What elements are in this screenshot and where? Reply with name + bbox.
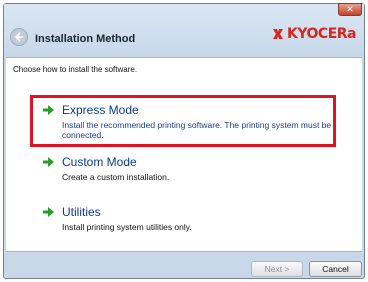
kyocera-logo: KYOCERa xyxy=(271,25,356,43)
cancel-button[interactable]: Cancel xyxy=(309,261,362,277)
express-mode-description: Install the recommended printing softwar… xyxy=(62,120,332,140)
green-arrow-icon xyxy=(43,157,54,167)
green-arrow-icon xyxy=(43,105,54,115)
next-button[interactable]: Next > xyxy=(251,261,303,277)
express-mode-title[interactable]: Express Mode xyxy=(62,103,139,117)
back-arrow-icon xyxy=(14,32,23,42)
green-arrow-icon xyxy=(43,207,54,217)
utilities-title[interactable]: Utilities xyxy=(62,205,101,219)
custom-mode-title[interactable]: Custom Mode xyxy=(62,155,137,169)
utilities-description: Install printing system utilities only. xyxy=(62,222,192,232)
custom-mode-description: Create a custom installation. xyxy=(62,172,170,182)
installer-window: ✕ Installation Method KYOCERa Choose how… xyxy=(3,3,365,279)
logo-text: KYOCERa xyxy=(287,26,356,42)
window-title: Installation Method xyxy=(35,33,136,45)
close-button[interactable]: ✕ xyxy=(338,3,362,16)
content-area: Choose how to install the software. Expr… xyxy=(6,57,362,252)
kyocera-logo-icon xyxy=(273,29,284,39)
back-button[interactable] xyxy=(10,28,28,46)
instruction-text: Choose how to install the software. xyxy=(13,65,138,74)
title-bar: ✕ Installation Method KYOCERa xyxy=(4,3,364,56)
